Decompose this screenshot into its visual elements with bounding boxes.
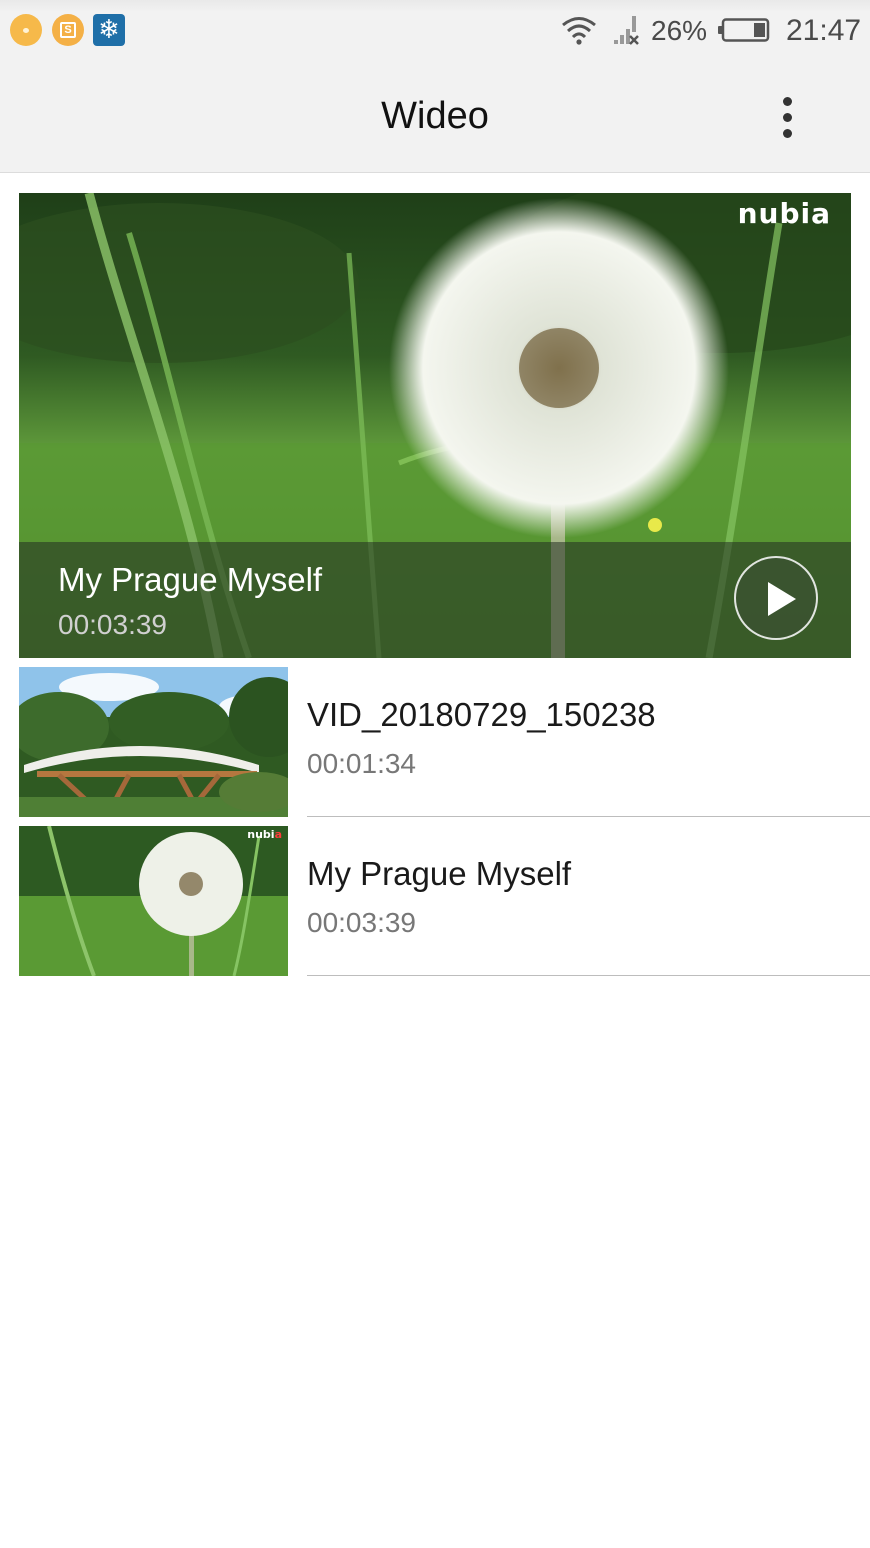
- slides-app-icon: S: [52, 14, 84, 46]
- video-duration: 00:01:34: [307, 748, 416, 779]
- signal-icon: [614, 16, 639, 45]
- video-list-item[interactable]: nubia My Prague Myself 00:03:39: [0, 826, 870, 984]
- battery-icon: [718, 18, 770, 42]
- notification-icon: [10, 14, 42, 46]
- play-button[interactable]: [734, 556, 818, 640]
- video-gallery-screen: S ❄ 26% 21:47 Wideo nubia My Prague Myse…: [0, 0, 870, 1548]
- more-vert-icon-dot: [783, 113, 792, 122]
- wifi-icon: [562, 17, 596, 45]
- row-divider: [307, 816, 870, 817]
- video-title: My Prague Myself: [307, 855, 572, 892]
- featured-video-duration: 00:03:39: [58, 609, 167, 640]
- featured-overlay: My Prague Myself 00:03:39: [19, 542, 851, 658]
- row-divider: [307, 975, 870, 976]
- featured-video-title: My Prague Myself: [58, 561, 323, 598]
- nubia-logo: nubia: [247, 828, 282, 841]
- battery-percentage: 26%: [651, 15, 708, 46]
- more-vert-icon-dot: [783, 129, 792, 138]
- page-title: Wideo: [381, 95, 489, 137]
- more-vert-icon: [783, 97, 792, 106]
- video-duration: 00:03:39: [307, 907, 416, 938]
- video-thumbnail: nubia: [19, 826, 288, 976]
- status-bar: S ❄ 26% 21:47: [0, 0, 870, 62]
- featured-video-card[interactable]: nubia My Prague Myself 00:03:39: [19, 193, 851, 658]
- video-thumbnail: [19, 667, 288, 817]
- status-time: 21:47: [786, 14, 862, 47]
- app-bar: Wideo: [0, 62, 870, 173]
- brand-logo-text: nubia: [737, 197, 831, 230]
- snowflake-app-icon: ❄: [93, 14, 125, 46]
- more-options-button[interactable]: [766, 90, 810, 144]
- nubia-logo: nubia: [738, 197, 831, 231]
- video-title: VID_20180729_150238: [307, 696, 656, 733]
- video-list-item[interactable]: VID_20180729_150238 00:01:34: [0, 667, 870, 825]
